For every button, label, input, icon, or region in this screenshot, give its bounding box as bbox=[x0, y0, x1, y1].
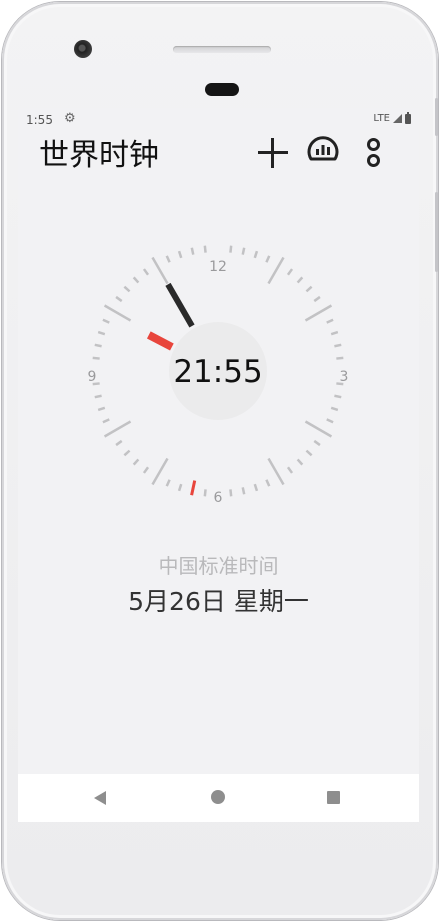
minute-tick bbox=[203, 489, 207, 497]
navigation-bar bbox=[18, 774, 419, 822]
analog-clock: 12 3 6 9 21:55 bbox=[88, 245, 349, 502]
status-icons: LTE bbox=[373, 111, 411, 124]
front-camera bbox=[74, 40, 92, 58]
power-button bbox=[435, 98, 438, 136]
minute-tick bbox=[115, 295, 123, 303]
clock-label-9: 9 bbox=[88, 369, 97, 385]
gear-icon: ⚙ bbox=[64, 111, 76, 126]
minute-tick bbox=[123, 285, 131, 293]
back-icon[interactable] bbox=[94, 791, 106, 805]
minute-tick bbox=[102, 418, 110, 424]
minute-tick bbox=[286, 268, 294, 276]
minute-tick bbox=[229, 245, 233, 253]
minute-tick bbox=[94, 394, 102, 399]
minute-tick bbox=[336, 356, 344, 360]
minute-tick bbox=[305, 449, 313, 457]
minute-hand bbox=[165, 282, 195, 328]
minute-tick bbox=[177, 250, 183, 259]
speaker-grille bbox=[173, 46, 271, 53]
hour-tick bbox=[103, 420, 132, 438]
minute-tick bbox=[313, 295, 321, 303]
minute-tick bbox=[97, 330, 106, 336]
minute-tick bbox=[253, 250, 259, 259]
hour-tick bbox=[151, 256, 169, 285]
network-label: LTE bbox=[373, 113, 390, 124]
home-icon[interactable] bbox=[211, 790, 225, 804]
page-title: 世界时钟 bbox=[39, 138, 159, 173]
clock-label-3: 3 bbox=[340, 369, 349, 385]
minute-tick bbox=[253, 483, 259, 492]
status-time: 1:55 bbox=[26, 113, 53, 127]
minute-tick bbox=[97, 406, 106, 412]
minute-tick bbox=[305, 285, 313, 293]
date-label: 5月26日 星期一 bbox=[128, 587, 309, 616]
minute-tick bbox=[142, 268, 150, 276]
hour-tick bbox=[103, 304, 132, 322]
minute-tick bbox=[132, 276, 140, 284]
minute-tick bbox=[115, 439, 123, 447]
minute-tick bbox=[296, 276, 304, 284]
hour-hand bbox=[146, 331, 174, 351]
minute-tick bbox=[330, 406, 339, 412]
minute-tick bbox=[132, 458, 140, 466]
more-vert-icon[interactable] bbox=[362, 134, 386, 170]
signal-icon bbox=[393, 114, 402, 123]
minute-tick bbox=[330, 330, 339, 336]
hour-tick bbox=[151, 457, 169, 486]
minute-tick bbox=[241, 247, 246, 255]
minute-tick bbox=[286, 466, 294, 474]
clock-label-6: 6 bbox=[214, 490, 223, 502]
minute-tick bbox=[203, 245, 207, 253]
add-icon[interactable] bbox=[255, 134, 291, 170]
minute-tick bbox=[334, 394, 342, 399]
minute-tick bbox=[165, 479, 171, 487]
minute-tick bbox=[265, 479, 271, 487]
second-hand bbox=[190, 480, 197, 496]
clock-label-12: 12 bbox=[209, 259, 227, 275]
minute-tick bbox=[94, 343, 102, 348]
minute-tick bbox=[265, 255, 271, 263]
minute-tick bbox=[102, 318, 110, 324]
recents-icon[interactable] bbox=[327, 791, 340, 804]
timezone-name: 中国标准时间 bbox=[158, 554, 279, 578]
status-bar: 1:55 ⚙ LTE bbox=[18, 108, 419, 130]
earpiece bbox=[205, 83, 239, 96]
minute-tick bbox=[229, 489, 233, 497]
volume-button bbox=[435, 192, 438, 272]
hour-tick bbox=[267, 457, 285, 486]
minute-tick bbox=[326, 418, 334, 424]
minute-tick bbox=[123, 449, 131, 457]
minute-tick bbox=[165, 255, 171, 263]
app-screen: 1:55 ⚙ LTE 世界时钟 12 3 6 9 21:55 中国标准时间 5月… bbox=[18, 108, 419, 822]
minute-tick bbox=[92, 356, 100, 360]
minute-tick bbox=[142, 466, 150, 474]
minute-tick bbox=[326, 318, 334, 324]
minute-tick bbox=[190, 247, 195, 255]
minute-tick bbox=[334, 343, 342, 348]
speedometer-icon[interactable] bbox=[306, 134, 340, 166]
minute-tick bbox=[296, 458, 304, 466]
battery-icon bbox=[405, 111, 411, 124]
minute-tick bbox=[241, 487, 246, 495]
digital-time: 21:55 bbox=[173, 354, 262, 390]
hour-tick bbox=[304, 304, 333, 322]
hour-tick bbox=[304, 420, 333, 438]
hour-tick bbox=[267, 256, 285, 285]
minute-tick bbox=[177, 483, 183, 492]
minute-tick bbox=[313, 439, 321, 447]
